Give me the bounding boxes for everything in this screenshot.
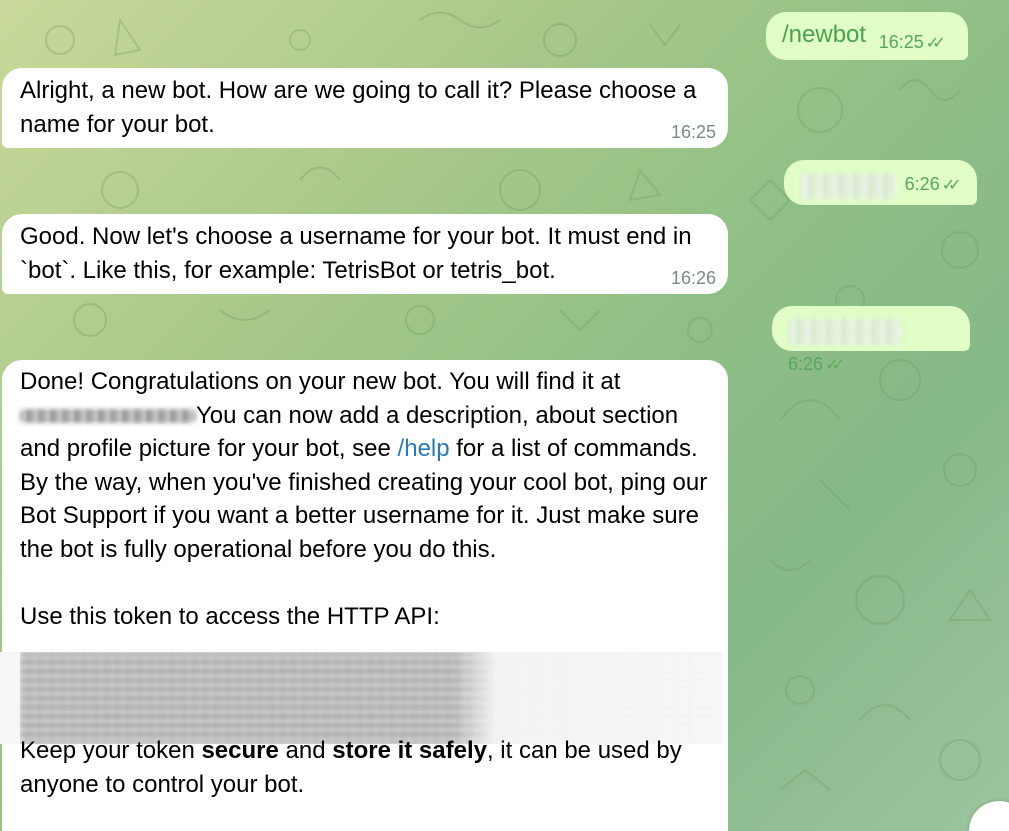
message-text: Done! Congratulations on your new bot. Y… [20,368,621,395]
store-emphasis: store it safely [332,737,487,764]
outgoing-message[interactable]: 6:26 ✓✓ [772,306,970,374]
redacted-token [20,652,720,744]
message-text: Good. Now let's choose a username for yo… [20,223,692,284]
incoming-message[interactable]: Good. Now let's choose a username for yo… [2,214,728,294]
double-check-icon: ✓✓ [941,177,962,195]
double-check-icon: ✓✓ [925,35,946,52]
token-intro-text: Use this token to access the HTTP API: [20,602,440,630]
outgoing-message[interactable]: 6:26 ✓✓ [784,160,977,205]
redacted-text [800,172,896,199]
time-label: 16:25 [878,32,924,52]
message-text: /newbot [782,21,867,48]
time-label: 6:26 [788,353,824,374]
warning-text-part: Keep your token [20,737,202,764]
time-label: 6:26 [904,174,940,195]
message-time: 16:26 [670,268,716,288]
redacted-bot-link[interactable] [20,409,196,424]
double-check-icon: ✓✓ [825,356,845,374]
redacted-text [788,318,902,345]
message-time: 6:26 ✓✓ [904,168,962,203]
secure-emphasis: secure [201,737,279,764]
message-time: 6:26 ✓✓ [788,348,845,383]
message-text: Alright, a new bot. How are we going to … [20,77,697,138]
message-time: 16:25 [670,122,716,142]
help-command-link[interactable]: /help [398,435,450,462]
token-warning-text: Keep your token secure and store it safe… [20,734,720,801]
scroll-down-button[interactable] [969,801,1009,831]
message-time: 16:25 ✓✓ [878,26,946,61]
outgoing-message[interactable]: /newbot 16:25 ✓✓ [766,12,968,60]
incoming-message[interactable]: Alright, a new bot. How are we going to … [2,68,728,148]
warning-text-part: and [278,737,333,764]
